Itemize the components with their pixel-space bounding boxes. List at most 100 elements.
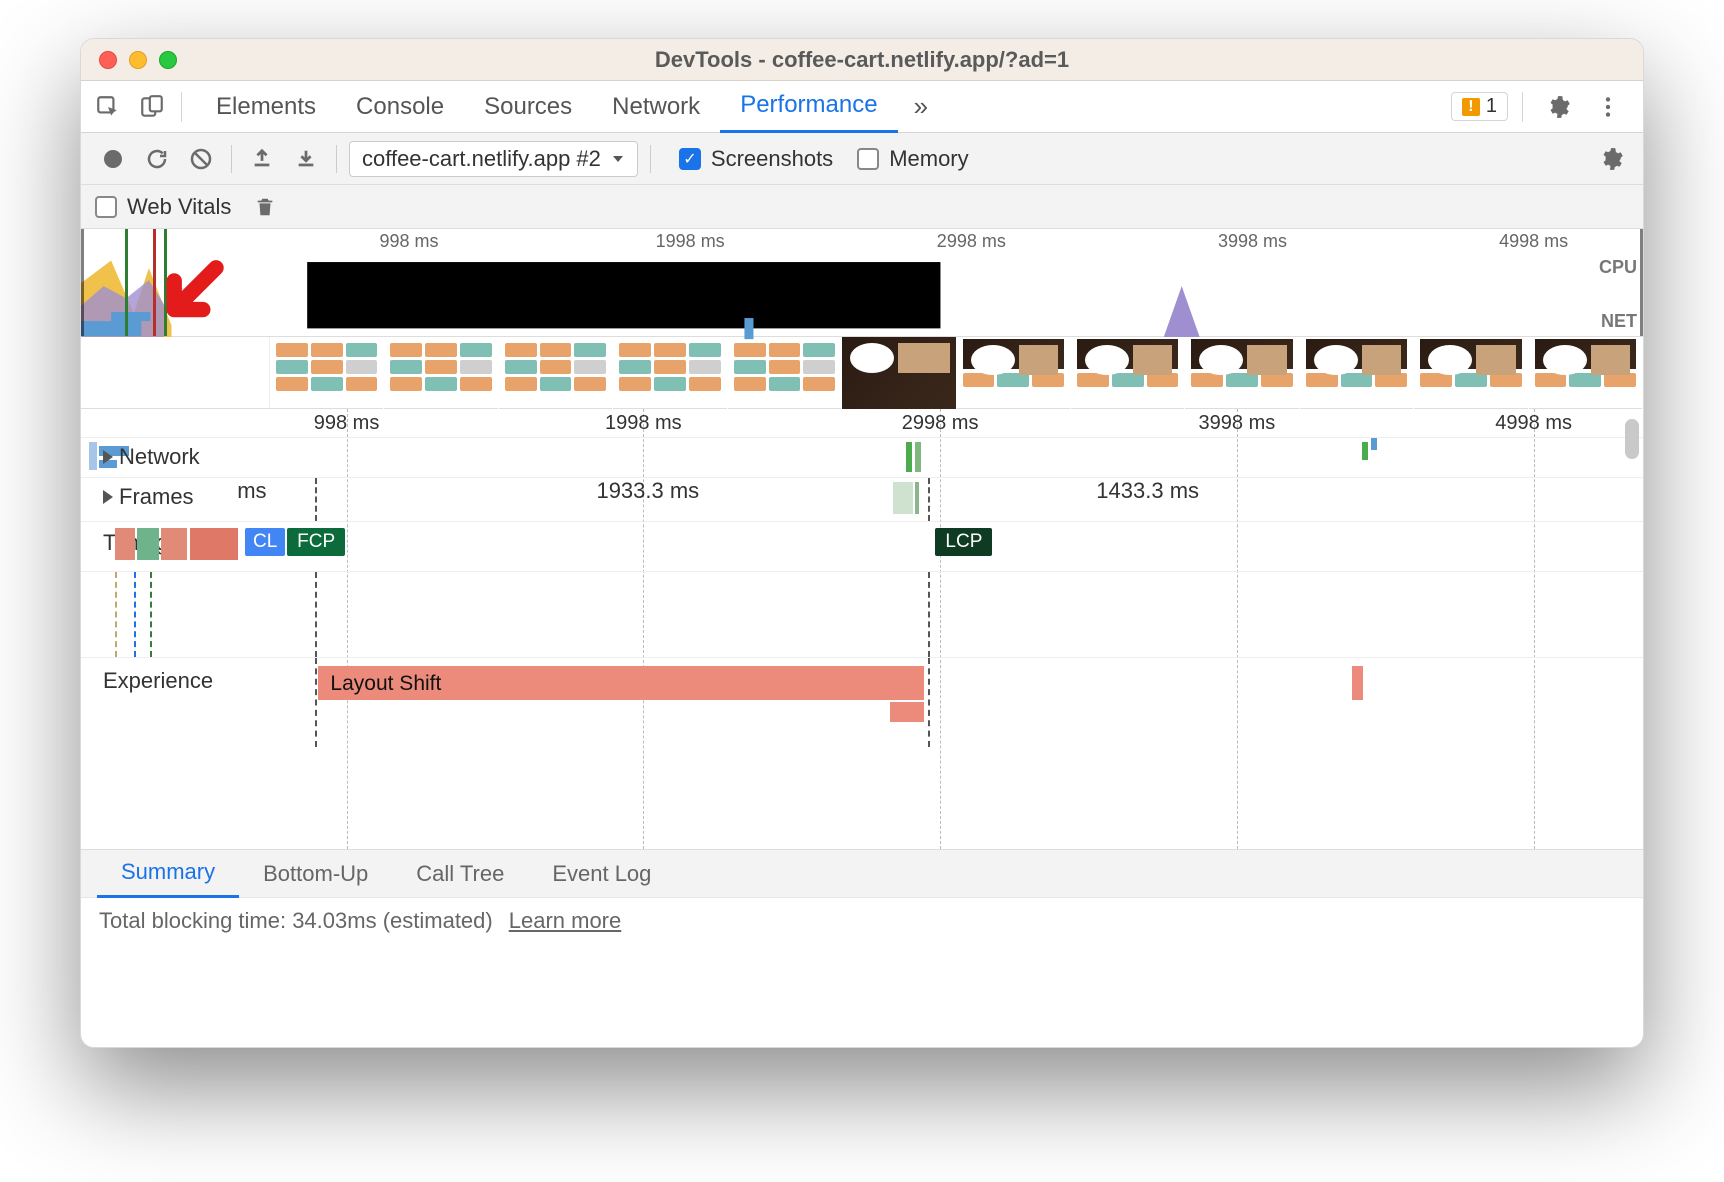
timing-cl-marker[interactable]: CL — [245, 528, 285, 556]
capture-settings-icon[interactable] — [1593, 141, 1629, 177]
overview-marker-red — [153, 229, 156, 336]
settings-icon[interactable] — [1537, 86, 1579, 128]
issues-badge[interactable]: ! 1 — [1451, 92, 1508, 121]
layout-shift-bar-3[interactable] — [1352, 666, 1363, 700]
filmstrip-frame — [613, 337, 727, 409]
filmstrip-frame — [499, 337, 613, 409]
net-label: NET — [1601, 311, 1637, 332]
overview-minimap[interactable]: 998 ms 1998 ms 2998 ms 3998 ms 4998 ms C… — [81, 229, 1643, 337]
empty-track — [81, 571, 1643, 657]
network-event[interactable] — [1362, 442, 1368, 460]
screenshots-label: Screenshots — [711, 146, 833, 172]
tab-elements[interactable]: Elements — [196, 81, 336, 133]
load-profile-button[interactable] — [244, 141, 280, 177]
performance-toolbar-2: Web Vitals — [81, 185, 1643, 229]
network-track-header[interactable]: Network — [103, 444, 200, 470]
network-event[interactable] — [906, 442, 912, 472]
cpu-label: CPU — [1599, 257, 1637, 278]
timing-lcp-marker[interactable]: LCP — [935, 528, 992, 556]
timing-block[interactable] — [115, 528, 135, 560]
profile-label: coffee-cart.netlify.app #2 — [362, 146, 601, 172]
frame-marker[interactable] — [915, 482, 919, 514]
close-window-button[interactable] — [99, 51, 117, 69]
memory-label: Memory — [889, 146, 968, 172]
tab-call-tree[interactable]: Call Tree — [392, 850, 528, 898]
tab-network[interactable]: Network — [592, 81, 720, 133]
garbage-collect-button[interactable] — [247, 189, 283, 225]
filmstrip-frame — [728, 337, 842, 409]
warning-icon: ! — [1462, 98, 1480, 116]
network-event[interactable] — [915, 442, 921, 472]
maximize-window-button[interactable] — [159, 51, 177, 69]
frames-track[interactable]: Frames ms 1933.3 ms 1433.3 ms — [81, 477, 1643, 521]
checkbox-icon — [857, 148, 879, 170]
cpu-overview-track — [81, 253, 1589, 309]
frames-track-header[interactable]: Frames — [103, 484, 194, 510]
tab-event-log[interactable]: Event Log — [528, 850, 675, 898]
filmstrip-frame — [957, 337, 1071, 409]
learn-more-link[interactable]: Learn more — [509, 908, 622, 934]
experience-track[interactable]: Experience Layout Shift — [81, 657, 1643, 747]
disclosure-triangle-icon — [103, 490, 113, 504]
frame-marker[interactable] — [893, 482, 913, 514]
filmstrip-frame — [1300, 337, 1414, 409]
status-bar: Total blocking time: 34.03ms (estimated)… — [81, 897, 1643, 943]
experience-label: Experience — [103, 668, 213, 694]
filmstrip-frame — [1071, 337, 1185, 409]
scrollbar[interactable] — [1625, 409, 1639, 849]
web-vitals-checkbox[interactable]: Web Vitals — [95, 194, 231, 220]
screenshots-checkbox[interactable]: ✓ Screenshots — [663, 146, 833, 172]
tab-performance[interactable]: Performance — [720, 81, 897, 133]
devtools-tabs-bar: Elements Console Sources Network Perform… — [81, 81, 1643, 133]
overview-marker-green — [125, 229, 128, 336]
timings-track[interactable]: Timings CL FCP LCP — [81, 521, 1643, 571]
network-track[interactable]: Network — [81, 437, 1643, 477]
filmstrip-frame — [270, 337, 384, 409]
blocking-time-text: Total blocking time: 34.03ms (estimated) — [99, 908, 493, 934]
performance-toolbar: coffee-cart.netlify.app #2 ✓ Screenshots… — [81, 133, 1643, 185]
filmstrip-frame — [384, 337, 498, 409]
timing-block[interactable] — [190, 528, 238, 560]
overview-ruler: 998 ms 1998 ms 2998 ms 3998 ms 4998 ms — [81, 229, 1643, 253]
flamechart-panel[interactable]: 998 ms 1998 ms 2998 ms 3998 ms 4998 ms N… — [81, 409, 1643, 849]
memory-checkbox[interactable]: Memory — [841, 146, 968, 172]
devtools-window: DevTools - coffee-cart.netlify.app/?ad=1… — [80, 38, 1644, 1048]
web-vitals-label: Web Vitals — [127, 194, 231, 220]
window-controls — [81, 51, 177, 69]
chevron-down-icon — [611, 152, 625, 166]
filmstrip-frame — [1529, 337, 1643, 409]
checkbox-icon — [95, 196, 117, 218]
timing-block[interactable] — [137, 528, 159, 560]
filmstrip[interactable] — [81, 337, 1643, 409]
timing-fcp-marker[interactable]: FCP — [287, 528, 345, 556]
titlebar: DevTools - coffee-cart.netlify.app/?ad=1 — [81, 39, 1643, 81]
layout-shift-bar-2[interactable] — [890, 702, 924, 722]
device-toolbar-icon[interactable] — [131, 86, 173, 128]
save-profile-button[interactable] — [288, 141, 324, 177]
disclosure-triangle-icon — [103, 450, 113, 464]
tab-bottom-up[interactable]: Bottom-Up — [239, 850, 392, 898]
network-event[interactable] — [1371, 438, 1377, 450]
reload-record-button[interactable] — [139, 141, 175, 177]
details-tabs: Summary Bottom-Up Call Tree Event Log — [81, 849, 1643, 897]
panel-tabs: Elements Console Sources Network Perform… — [196, 81, 898, 133]
profile-selector[interactable]: coffee-cart.netlify.app #2 — [349, 141, 638, 177]
inspect-element-icon[interactable] — [87, 86, 129, 128]
more-tabs-button[interactable]: » — [900, 91, 942, 122]
record-button[interactable] — [95, 141, 131, 177]
window-title: DevTools - coffee-cart.netlify.app/?ad=1 — [81, 47, 1643, 73]
more-menu-icon[interactable] — [1587, 86, 1629, 128]
issues-count: 1 — [1486, 95, 1497, 118]
filmstrip-frame — [1414, 337, 1528, 409]
layout-shift-bar[interactable]: Layout Shift — [318, 666, 924, 700]
tab-console[interactable]: Console — [336, 81, 464, 133]
tab-sources[interactable]: Sources — [464, 81, 592, 133]
filmstrip-frame — [1185, 337, 1299, 409]
net-overview-track — [81, 309, 1589, 335]
clear-button[interactable] — [183, 141, 219, 177]
filmstrip-frame — [842, 337, 956, 409]
flamechart-ruler: 998 ms 1998 ms 2998 ms 3998 ms 4998 ms — [81, 409, 1643, 437]
timing-block[interactable] — [161, 528, 187, 560]
minimize-window-button[interactable] — [129, 51, 147, 69]
tab-summary[interactable]: Summary — [97, 850, 239, 898]
